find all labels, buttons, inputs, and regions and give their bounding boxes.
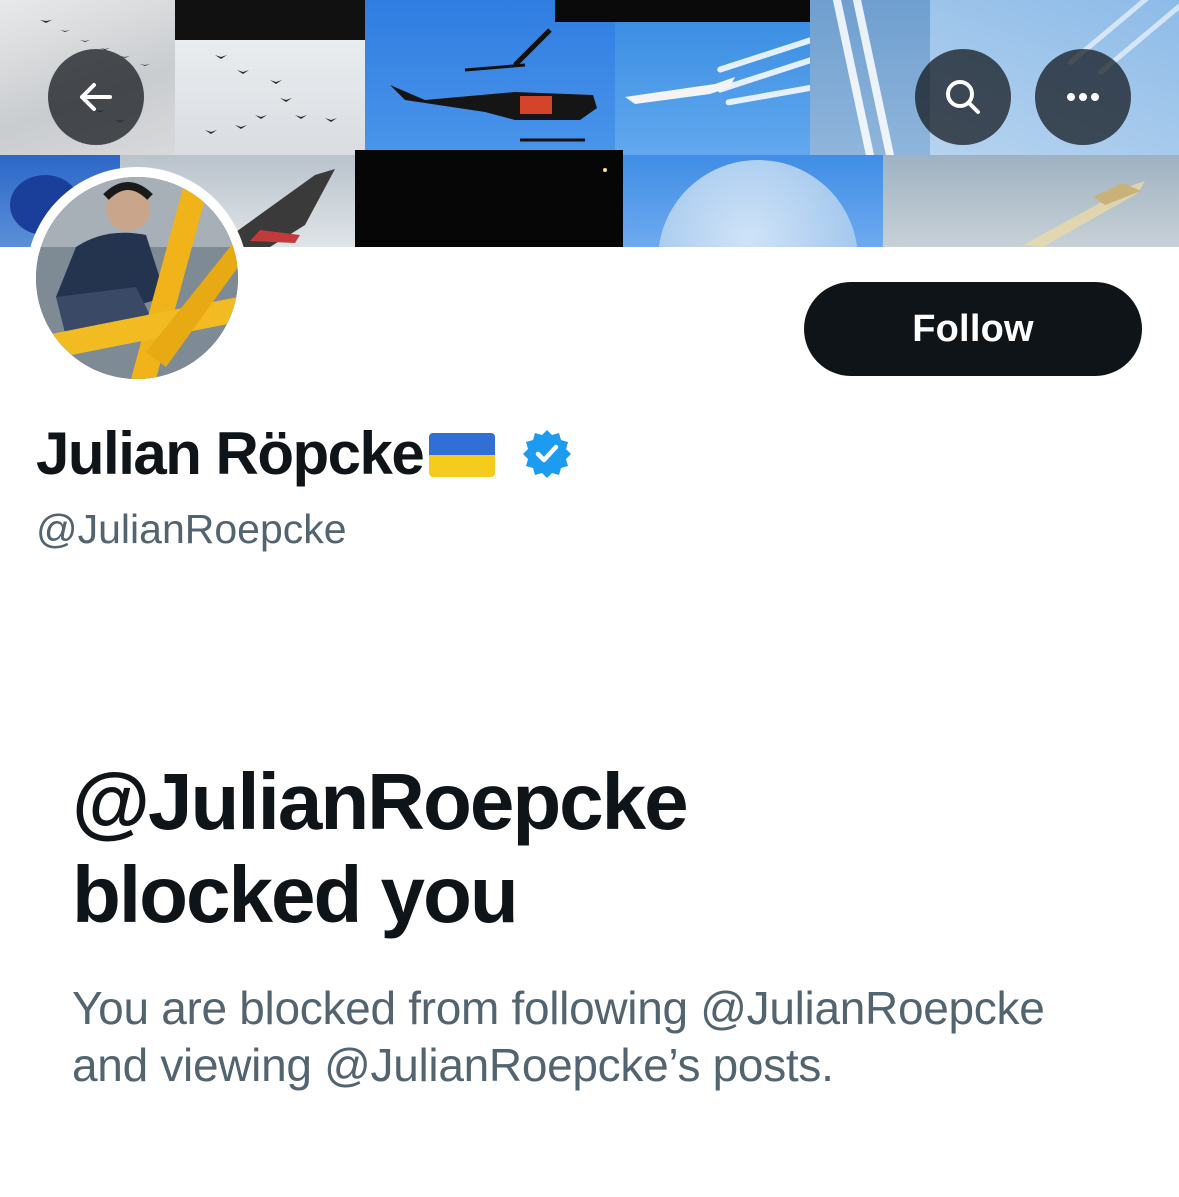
blocked-title-line2: blocked you — [72, 850, 519, 939]
back-button[interactable] — [48, 49, 144, 145]
blocked-title-line1: @JulianRoepcke — [72, 757, 689, 846]
profile-handle: @JulianRoepcke — [36, 506, 347, 552]
avatar[interactable] — [36, 177, 238, 379]
more-horizontal-icon — [1061, 75, 1105, 119]
more-button[interactable] — [1035, 49, 1131, 145]
banner-tile-airliner — [615, 22, 810, 155]
blocked-description: You are blocked from following @JulianRo… — [72, 980, 1132, 1094]
banner-tile-moon-blue — [623, 155, 883, 247]
arrow-left-icon — [74, 75, 118, 119]
banner-tile-geese — [175, 40, 365, 155]
blocked-description-line2: and viewing @JulianRoepcke’s posts. — [72, 1039, 834, 1091]
banner-tile-contrail — [810, 0, 930, 155]
ukraine-flag-icon — [429, 433, 496, 477]
banner-tile-moon-top — [555, 0, 815, 22]
display-name: Julian Röpcke — [36, 419, 425, 487]
search-icon — [941, 75, 985, 119]
profile-name-row: Julian Röpcke — [36, 418, 573, 488]
banner-tile-airliner-haze — [883, 155, 1179, 247]
banner-tile-moon-dark — [175, 0, 365, 40]
blocked-description-line1: You are blocked from following @JulianRo… — [72, 982, 1045, 1034]
follow-button[interactable]: Follow — [804, 282, 1142, 376]
search-button[interactable] — [915, 49, 1011, 145]
banner-tile-night-sky — [355, 150, 623, 247]
blocked-title: @JulianRoepcke blocked you — [72, 755, 1112, 941]
banner-tile-helicopter — [365, 0, 615, 155]
verified-badge-icon[interactable] — [495, 427, 573, 479]
